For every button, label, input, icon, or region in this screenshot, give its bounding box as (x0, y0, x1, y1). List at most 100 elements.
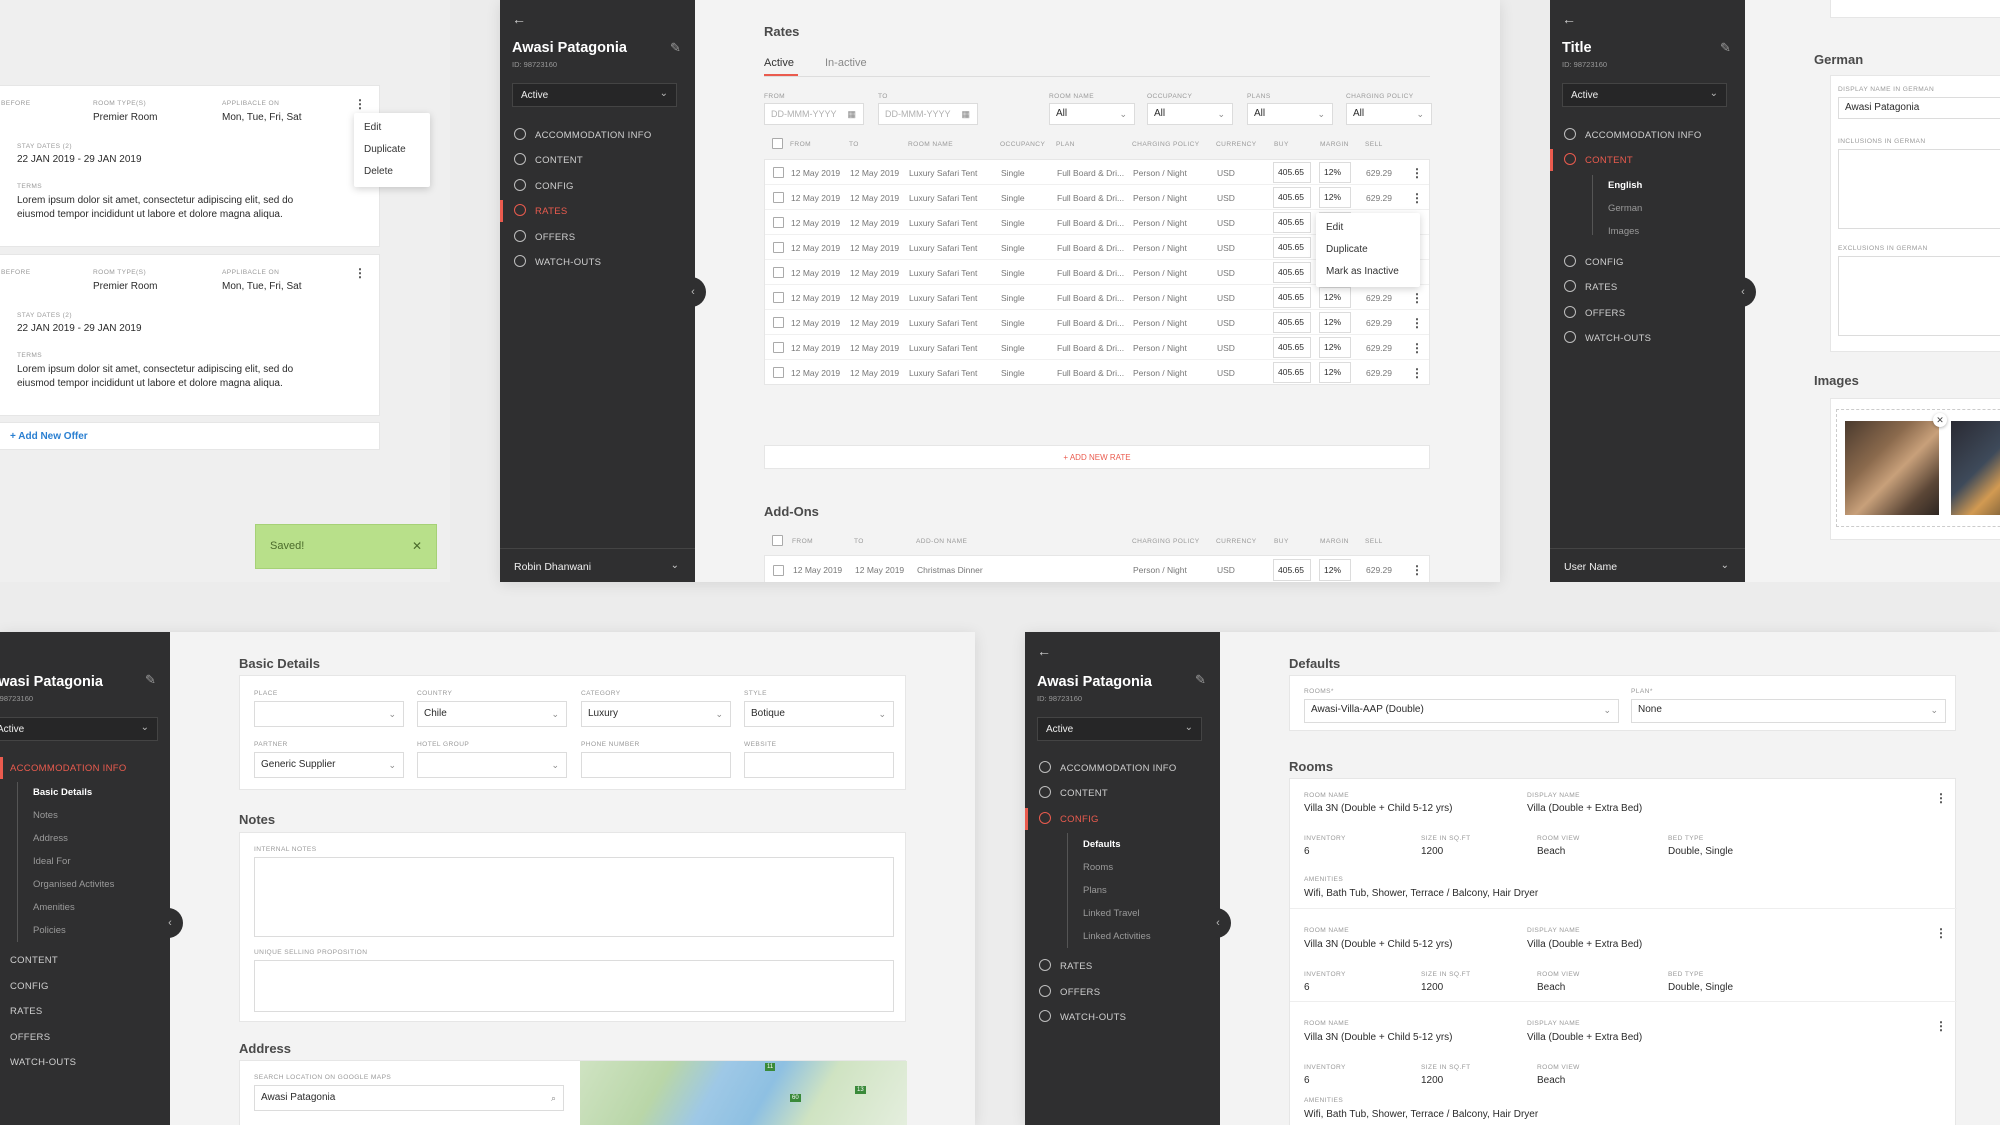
tab-active[interactable]: Active (764, 57, 794, 69)
menu-delete[interactable]: Delete (354, 161, 430, 183)
margin-input[interactable]: 12% (1319, 162, 1351, 183)
nav-accommodation-info[interactable]: ACCOMMODATION INFO (0, 757, 170, 779)
nav-config[interactable]: CONFIG (500, 175, 695, 197)
phone-input[interactable] (581, 752, 731, 778)
select-all-checkbox[interactable] (772, 138, 783, 149)
nav-content[interactable]: CONTENT (500, 149, 695, 171)
subnav-plans[interactable]: Plans (1083, 885, 1107, 896)
tab-inactive[interactable]: In-active (825, 57, 867, 69)
select-all-checkbox[interactable] (772, 535, 783, 546)
row-menu-button[interactable]: ⋮ (1411, 342, 1423, 354)
nav-watch-outs[interactable]: WATCH-OUTS (1550, 327, 1745, 349)
room-menu-button[interactable]: ⋮ (1935, 792, 1947, 804)
margin-input[interactable]: 12% (1319, 559, 1351, 581)
room-menu-button[interactable]: ⋮ (1935, 927, 1947, 939)
menu-duplicate[interactable]: Duplicate (1316, 239, 1420, 261)
user-menu[interactable]: Robin Dhanwani ⌄ (500, 548, 695, 582)
subnav-ideal-for[interactable]: Ideal For (33, 856, 71, 867)
subnav-images[interactable]: Images (1608, 226, 1639, 237)
nav-config[interactable]: CONFIG (1025, 808, 1220, 830)
nav-watch-outs[interactable]: WATCH-OUTS (1025, 1006, 1220, 1028)
nav-accommodation-info[interactable]: ACCOMMODATION INFO (1025, 757, 1220, 779)
buy-input[interactable]: 405.65 (1273, 337, 1311, 358)
close-icon[interactable]: ✕ (1933, 413, 1947, 427)
subnav-linked-activities[interactable]: Linked Activities (1083, 931, 1151, 942)
subnav-notes[interactable]: Notes (33, 810, 58, 821)
margin-input[interactable]: 12% (1319, 337, 1351, 358)
menu-duplicate[interactable]: Duplicate (354, 139, 430, 161)
nav-content[interactable]: CONTENT (1550, 149, 1745, 171)
back-arrow-icon[interactable]: ← (1037, 643, 1051, 659)
offer-menu-button[interactable]: ⋮ (354, 98, 366, 110)
to-date-input[interactable]: DD-MMM-YYYY ▦ (878, 103, 978, 125)
menu-edit[interactable]: Edit (354, 117, 430, 139)
subnav-address[interactable]: Address (33, 833, 68, 844)
margin-input[interactable]: 12% (1319, 187, 1351, 208)
buy-input[interactable]: 405.65 (1273, 559, 1311, 581)
collapse-sidebar-button[interactable]: ‹ (157, 908, 183, 938)
nav-offers[interactable]: OFFERS (0, 1026, 170, 1048)
nav-config[interactable]: CONFIG (1550, 251, 1745, 273)
margin-input[interactable]: 12% (1319, 287, 1351, 308)
nav-rates[interactable]: RATES (0, 1000, 170, 1022)
partner-select[interactable]: Generic Supplier ⌄ (254, 752, 404, 778)
row-menu-button[interactable]: ⋮ (1411, 292, 1423, 304)
subnav-linked-travel[interactable]: Linked Travel (1083, 908, 1140, 919)
back-arrow-icon[interactable]: ← (512, 11, 526, 27)
row-menu-button[interactable]: ⋮ (1411, 192, 1423, 204)
row-checkbox[interactable] (773, 565, 784, 576)
nav-content[interactable]: CONTENT (1025, 782, 1220, 804)
internal-notes-textarea[interactable] (254, 857, 894, 937)
room-name-select[interactable]: All ⌄ (1049, 103, 1135, 125)
menu-edit[interactable]: Edit (1316, 217, 1420, 239)
row-checkbox[interactable] (773, 292, 784, 303)
style-select[interactable]: Botique ⌄ (744, 701, 894, 727)
nav-watch-outs[interactable]: WATCH-OUTS (500, 251, 695, 273)
subnav-rooms[interactable]: Rooms (1083, 862, 1113, 873)
nav-accommodation-info[interactable]: ACCOMMODATION INFO (500, 124, 695, 146)
margin-input[interactable]: 12% (1319, 312, 1351, 333)
subnav-organised-activites[interactable]: Organised Activites (33, 879, 114, 890)
buy-input[interactable]: 405.65 (1273, 362, 1311, 383)
row-checkbox[interactable] (773, 367, 784, 378)
collapse-sidebar-button[interactable]: ‹ (1205, 908, 1231, 938)
margin-input[interactable]: 12% (1319, 362, 1351, 383)
nav-accommodation-info[interactable]: ACCOMMODATION INFO (1550, 124, 1745, 146)
user-menu[interactable]: User Name ⌄ (1550, 548, 1745, 582)
nav-content[interactable]: CONTENT (0, 949, 170, 971)
plan-select[interactable]: None ⌄ (1631, 699, 1946, 723)
plans-select[interactable]: All ⌄ (1247, 103, 1333, 125)
subnav-german[interactable]: German (1608, 203, 1642, 214)
subnav-english[interactable]: English (1608, 180, 1642, 191)
status-select[interactable]: Active ⌄ (512, 83, 677, 107)
add-offer-link[interactable]: + Add New Offer (10, 431, 88, 442)
row-checkbox[interactable] (773, 192, 784, 203)
row-checkbox[interactable] (773, 217, 784, 228)
edit-icon[interactable]: ✎ (1195, 672, 1206, 688)
inclusions-textarea[interactable] (1838, 149, 2000, 229)
buy-input[interactable]: 405.65 (1273, 262, 1311, 283)
buy-input[interactable]: 405.65 (1273, 287, 1311, 308)
nav-offers[interactable]: OFFERS (1550, 302, 1745, 324)
nav-offers[interactable]: OFFERS (1025, 981, 1220, 1003)
nav-watch-outs[interactable]: WATCH-OUTS (0, 1051, 170, 1073)
buy-input[interactable]: 405.65 (1273, 187, 1311, 208)
offer-menu-button[interactable]: ⋮ (354, 267, 366, 279)
status-select[interactable]: Active ⌄ (1562, 83, 1727, 107)
subnav-policies[interactable]: Policies (33, 925, 66, 936)
usp-textarea[interactable] (254, 960, 894, 1012)
place-select[interactable]: ⌄ (254, 701, 404, 727)
status-select[interactable]: Active ⌄ (0, 717, 158, 741)
collapse-sidebar-button[interactable]: ‹ (680, 277, 706, 307)
hotel-group-select[interactable]: ⌄ (417, 752, 567, 778)
room-photo[interactable] (1845, 421, 1939, 515)
category-select[interactable]: Luxury ⌄ (581, 701, 731, 727)
row-menu-button[interactable]: ⋮ (1411, 167, 1423, 179)
website-input[interactable] (744, 752, 894, 778)
edit-icon[interactable]: ✎ (145, 672, 156, 688)
nav-rates[interactable]: RATES (500, 200, 695, 222)
row-menu-button[interactable]: ⋮ (1411, 564, 1423, 576)
row-menu-button[interactable]: ⋮ (1411, 367, 1423, 379)
rooms-select[interactable]: Awasi-Villa-AAP (Double) ⌄ (1304, 699, 1619, 723)
map[interactable]: 11 13 60 (580, 1061, 907, 1125)
